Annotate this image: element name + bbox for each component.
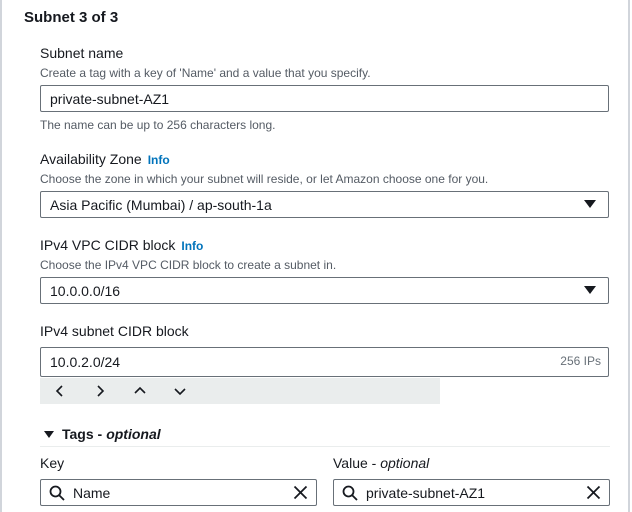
availability-zone-label-text: Availability Zone <box>40 151 142 167</box>
cidr-decrement-button[interactable] <box>160 378 200 404</box>
vpc-cidr-label: IPv4 VPC CIDR block Info <box>40 237 203 253</box>
availability-zone-label: Availability Zone Info <box>40 151 170 167</box>
vpc-cidr-description: Choose the IPv4 VPC CIDR block to create… <box>40 258 337 272</box>
tag-value-optional: optional <box>380 455 430 471</box>
subnet-name-description: Create a tag with a key of 'Name' and a … <box>40 66 371 80</box>
subnet-cidr-value: 10.0.2.0/24 <box>50 354 121 370</box>
tags-optional-label: optional <box>106 426 161 442</box>
vpc-cidr-select[interactable]: 10.0.0.0/16 <box>40 277 609 304</box>
tag-key-value: Name <box>73 484 111 501</box>
tag-value-value: private-subnet-AZ1 <box>366 484 486 501</box>
tag-value-label: Value - optional <box>333 455 429 471</box>
divider <box>40 446 610 447</box>
container-left-border <box>0 0 2 512</box>
chevron-left-icon <box>55 385 63 397</box>
vpc-cidr-label-text: IPv4 VPC CIDR block <box>40 237 176 253</box>
ip-count-badge: 256 IPs <box>560 354 601 368</box>
search-icon <box>342 485 358 501</box>
subnet-name-label: Subnet name <box>40 45 123 61</box>
tag-key-input[interactable]: Name <box>40 479 317 506</box>
tag-value-input[interactable]: private-subnet-AZ1 <box>333 479 610 506</box>
cidr-previous-button[interactable] <box>40 378 80 404</box>
caret-down-icon <box>584 200 596 208</box>
chevron-right-icon <box>97 385 105 397</box>
chevron-down-icon <box>174 388 186 396</box>
subnet-name-value: private-subnet-AZ1 <box>50 90 170 107</box>
cidr-stepper-toolbar <box>40 378 440 404</box>
availability-zone-info-link[interactable]: Info <box>148 153 170 167</box>
tags-section-toggle[interactable]: Tags - optional <box>44 426 161 442</box>
subnet-name-input[interactable]: private-subnet-AZ1 <box>40 85 609 112</box>
tag-value-label-text: Value - <box>333 455 377 471</box>
cidr-increment-button[interactable] <box>120 378 160 404</box>
vpc-cidr-info-link[interactable]: Info <box>181 239 203 253</box>
subnet-cidr-input[interactable]: 10.0.2.0/24 256 IPs <box>40 347 609 377</box>
caret-down-icon <box>44 430 54 438</box>
vpc-cidr-value: 10.0.0.0/16 <box>50 282 121 299</box>
subnet-cidr-label: IPv4 subnet CIDR block <box>40 323 189 339</box>
availability-zone-select[interactable]: Asia Pacific (Mumbai) / ap-south-1a <box>40 191 609 218</box>
availability-zone-value: Asia Pacific (Mumbai) / ap-south-1a <box>50 196 272 213</box>
chevron-up-icon <box>134 386 146 394</box>
tag-key-label: Key <box>40 455 65 471</box>
availability-zone-description: Choose the zone in which your subnet wil… <box>40 172 489 186</box>
subnet-name-label-text: Subnet name <box>40 45 124 61</box>
container-right-border <box>628 0 630 512</box>
caret-down-icon <box>584 286 596 294</box>
search-icon <box>49 485 65 501</box>
subnet-name-hint: The name can be up to 256 characters lon… <box>40 118 276 132</box>
clear-icon[interactable] <box>293 485 308 500</box>
tags-title: Tags - <box>62 426 103 442</box>
clear-icon[interactable] <box>586 485 601 500</box>
section-title: Subnet 3 of 3 <box>24 9 119 26</box>
cidr-next-button[interactable] <box>80 378 120 404</box>
